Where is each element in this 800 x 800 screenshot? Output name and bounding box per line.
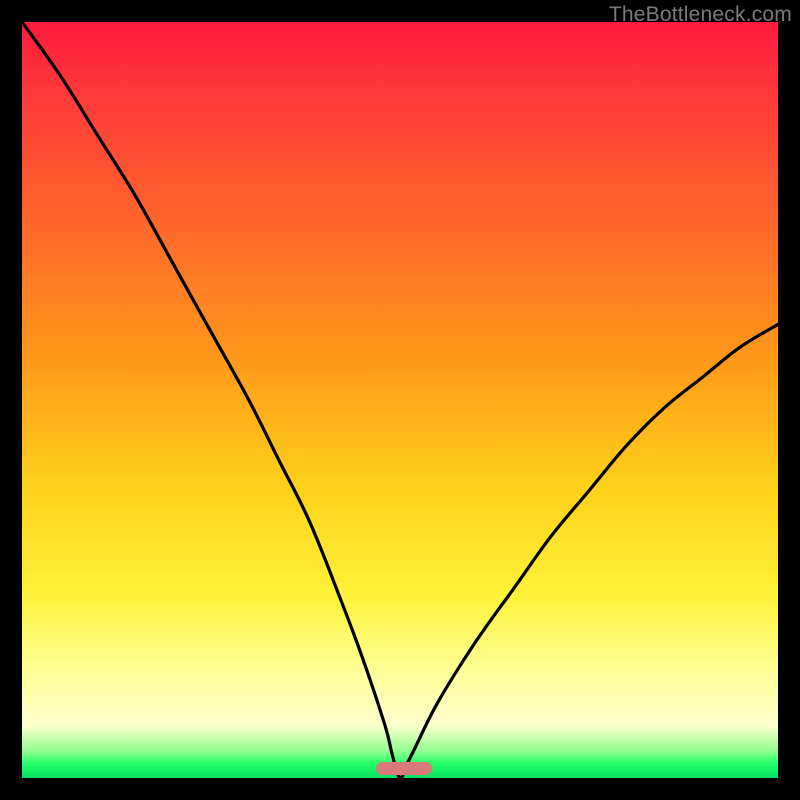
chart-frame: TheBottleneck.com bbox=[0, 0, 800, 800]
watermark-text: TheBottleneck.com bbox=[609, 3, 792, 27]
plot-area bbox=[22, 22, 778, 778]
bottleneck-curve bbox=[22, 22, 778, 778]
min-marker bbox=[376, 762, 432, 775]
curve-path bbox=[22, 22, 778, 778]
